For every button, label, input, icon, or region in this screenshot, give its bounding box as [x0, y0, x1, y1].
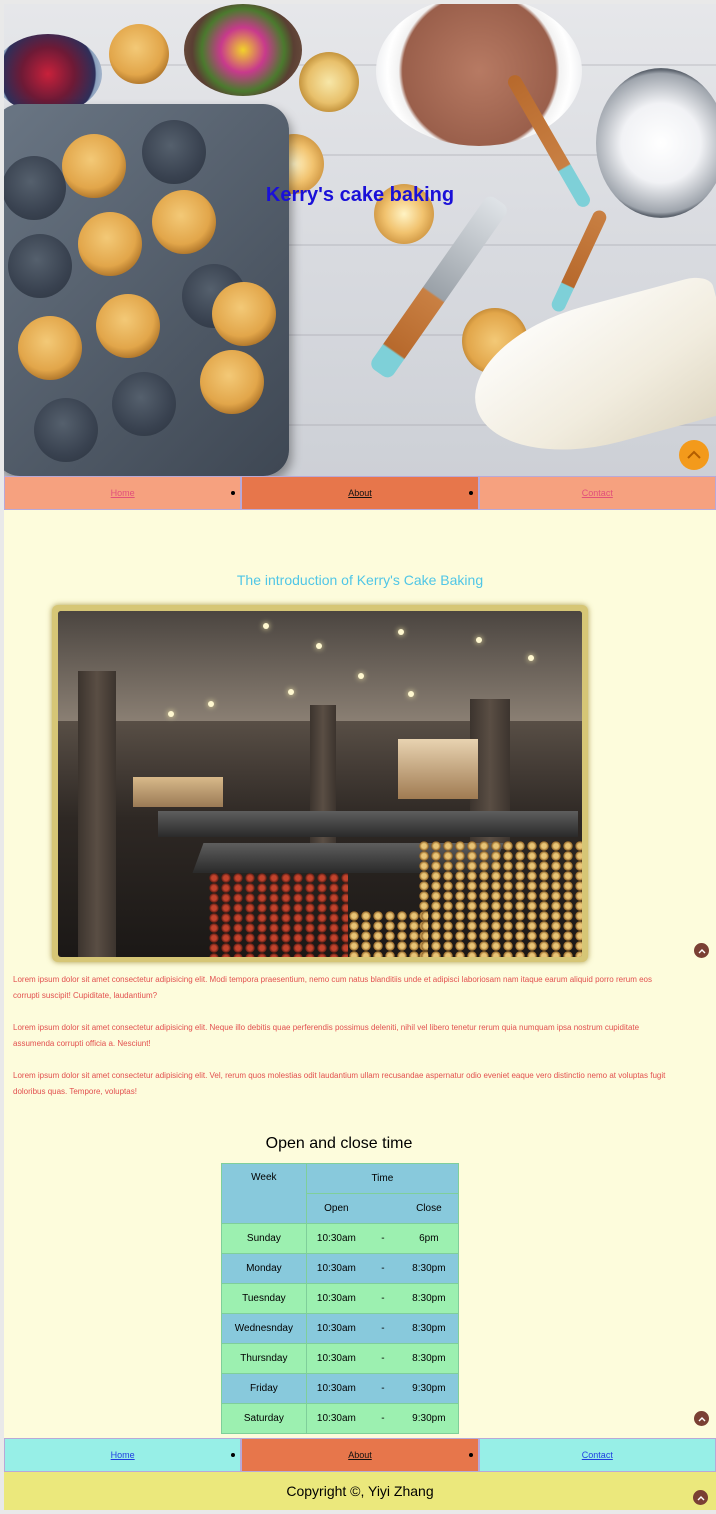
chocolate-bowl-image: [376, 4, 582, 146]
cupcake-image: [109, 24, 169, 84]
bottom-navigation: Home About Contact: [4, 1438, 716, 1472]
day-cell: Friday: [221, 1373, 307, 1404]
separator-cell: -: [366, 1253, 400, 1284]
header-close: Close: [399, 1193, 459, 1224]
day-cell: Sunday: [221, 1223, 307, 1254]
day-cell: Saturday: [221, 1403, 307, 1434]
day-cell: Tuesnday: [221, 1283, 307, 1314]
sieve-handle-image: [549, 208, 609, 314]
piping-bag-image: [458, 272, 716, 476]
page: Kerry's cake baking Home About Contact T…: [4, 4, 716, 1510]
hero-banner: Kerry's cake baking: [4, 4, 716, 476]
separator-cell: -: [366, 1343, 400, 1374]
flowers-bowl-image: [184, 4, 302, 96]
chevron-up-icon: [687, 450, 701, 459]
nav-contact-link[interactable]: Contact: [582, 1450, 613, 1460]
close-cell: 8:30pm: [399, 1253, 459, 1284]
bullet-icon: [231, 1453, 236, 1457]
header-week: Week: [221, 1163, 307, 1224]
chevron-up-icon: [697, 1495, 704, 1500]
nav-contact-link[interactable]: Contact: [582, 488, 613, 498]
open-cell: 10:30am: [305, 1253, 367, 1284]
separator-cell: -: [366, 1283, 400, 1314]
open-cell: 10:30am: [305, 1283, 367, 1314]
close-cell: 9:30pm: [399, 1373, 459, 1404]
close-cell: 8:30pm: [399, 1313, 459, 1344]
back-to-top-button[interactable]: [694, 1411, 709, 1426]
table-row: Saturday 10:30am - 9:30pm: [221, 1403, 459, 1434]
open-cell: 10:30am: [305, 1373, 367, 1404]
day-cell: Thursnday: [221, 1343, 307, 1374]
footer: Copyright ©, Yiyi Zhang: [4, 1472, 716, 1510]
table-row: Wednesnday 10:30am - 8:30pm: [221, 1313, 459, 1344]
back-to-top-button[interactable]: [694, 943, 709, 958]
separator-cell: -: [366, 1373, 400, 1404]
nav-contact[interactable]: Contact: [478, 476, 716, 510]
nav-about-link[interactable]: About: [348, 1450, 372, 1460]
nav-about[interactable]: About: [241, 476, 479, 510]
intro-paragraph: Lorem ipsum dolor sit amet consectetur a…: [13, 975, 652, 1000]
top-navigation: Home About Contact: [4, 476, 716, 510]
nav-home-link[interactable]: Home: [111, 488, 135, 498]
hero-title: Kerry's cake baking: [265, 184, 455, 206]
nav-home[interactable]: Home: [4, 476, 242, 510]
header-open: Open: [305, 1193, 367, 1224]
bullet-icon: [468, 491, 473, 495]
muffin-tray-image: [4, 104, 289, 476]
day-cell: Wednesnday: [221, 1313, 307, 1344]
close-cell: 8:30pm: [399, 1343, 459, 1374]
hours-title: Open and close time: [265, 1135, 413, 1152]
nav-contact[interactable]: Contact: [478, 1438, 716, 1472]
table-row: Tuesnday 10:30am - 8:30pm: [221, 1283, 459, 1314]
open-cell: 10:30am: [305, 1313, 367, 1344]
bakery-interior-image: [58, 611, 582, 957]
berries-bowl-image: [4, 34, 102, 114]
close-cell: 8:30pm: [399, 1283, 459, 1314]
close-cell: 6pm: [399, 1223, 459, 1254]
nav-home-link[interactable]: Home: [111, 1450, 135, 1460]
table-row: Friday 10:30am - 9:30pm: [221, 1373, 459, 1404]
separator-cell: -: [366, 1403, 400, 1434]
nav-home[interactable]: Home: [4, 1438, 242, 1472]
intro-title: The introduction of Kerry's Cake Baking: [236, 572, 484, 588]
cupcake-image: [299, 52, 359, 112]
nav-about[interactable]: About: [241, 1438, 479, 1472]
table-row: Sunday 10:30am - 6pm: [221, 1223, 459, 1254]
copyright-text: Copyright ©, Yiyi Zhang: [286, 1483, 434, 1499]
back-to-top-button[interactable]: [693, 1490, 708, 1505]
open-cell: 10:30am: [305, 1403, 367, 1434]
close-cell: 9:30pm: [399, 1403, 459, 1434]
intro-paragraph: Lorem ipsum dolor sit amet consectetur a…: [13, 1023, 640, 1048]
hours-table: Week Time Open Close Sunday 10:30am - 6p…: [221, 1163, 460, 1434]
bullet-icon: [231, 491, 236, 495]
bakery-photo-frame: [52, 605, 588, 962]
nav-about-link[interactable]: About: [348, 488, 372, 498]
separator-cell: -: [366, 1313, 400, 1344]
table-row: Thursnday 10:30am - 8:30pm: [221, 1343, 459, 1374]
table-row: Monday 10:30am - 8:30pm: [221, 1253, 459, 1284]
back-to-top-button[interactable]: [679, 440, 709, 470]
intro-paragraph: Lorem ipsum dolor sit amet consectetur a…: [13, 1071, 666, 1096]
separator-cell: -: [366, 1223, 400, 1254]
open-cell: 10:30am: [305, 1343, 367, 1374]
bullet-icon: [468, 1453, 473, 1457]
day-cell: Monday: [221, 1253, 307, 1284]
open-cell: 10:30am: [305, 1223, 367, 1254]
chevron-up-icon: [698, 1416, 705, 1421]
chevron-up-icon: [698, 948, 705, 953]
header-time: Time: [305, 1163, 460, 1194]
